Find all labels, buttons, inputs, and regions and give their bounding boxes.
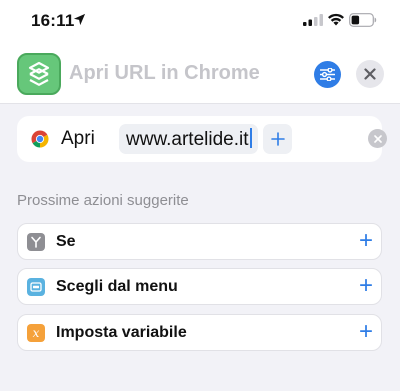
sliders-icon bbox=[320, 68, 335, 81]
suggestions-title: Prossime azioni suggerite bbox=[17, 192, 189, 209]
suggestion-imposta-variabile[interactable]: x Imposta variabile + bbox=[17, 314, 382, 351]
battery-icon bbox=[349, 13, 377, 27]
close-icon bbox=[364, 68, 376, 80]
shortcuts-app-icon[interactable] bbox=[17, 53, 61, 95]
plus-icon bbox=[270, 132, 285, 146]
text-cursor bbox=[249, 128, 252, 148]
clear-button[interactable] bbox=[368, 129, 387, 148]
suggestion-label: Imposta variabile bbox=[56, 324, 187, 341]
suggestion-label: Scegli dal menu bbox=[56, 278, 178, 295]
url-value: www.artelide.it bbox=[126, 129, 249, 150]
open-url-action-card[interactable]: Apri www.artelide.it bbox=[17, 116, 387, 162]
variable-icon: x bbox=[27, 324, 45, 342]
location-arrow-icon bbox=[73, 13, 86, 26]
wifi-icon bbox=[328, 13, 344, 26]
branch-icon bbox=[27, 233, 45, 251]
add-parameter-button[interactable] bbox=[263, 124, 292, 154]
status-bar: 16:11 bbox=[0, 0, 400, 42]
settings-button[interactable] bbox=[314, 61, 341, 88]
cellular-signal-icon bbox=[303, 14, 323, 26]
url-field[interactable]: www.artelide.it bbox=[119, 124, 258, 154]
status-time: 16:11 bbox=[31, 11, 75, 30]
plus-icon[interactable]: + bbox=[359, 228, 373, 254]
shortcuts-logo-icon bbox=[28, 61, 50, 86]
header: Apri URL in Chrome bbox=[0, 42, 400, 104]
menu-icon bbox=[27, 278, 45, 296]
close-button[interactable] bbox=[356, 60, 384, 88]
plus-icon[interactable]: + bbox=[359, 319, 373, 345]
action-verb-label: Apri bbox=[61, 128, 95, 149]
chrome-icon bbox=[31, 130, 49, 148]
suggestion-label: Se bbox=[56, 233, 76, 250]
shortcut-title[interactable]: Apri URL in Chrome bbox=[69, 62, 260, 85]
suggestion-se[interactable]: Se + bbox=[17, 223, 382, 260]
suggestion-scegli-dal-menu[interactable]: Scegli dal menu + bbox=[17, 268, 382, 305]
plus-icon[interactable]: + bbox=[359, 273, 373, 299]
clear-icon bbox=[373, 134, 382, 143]
